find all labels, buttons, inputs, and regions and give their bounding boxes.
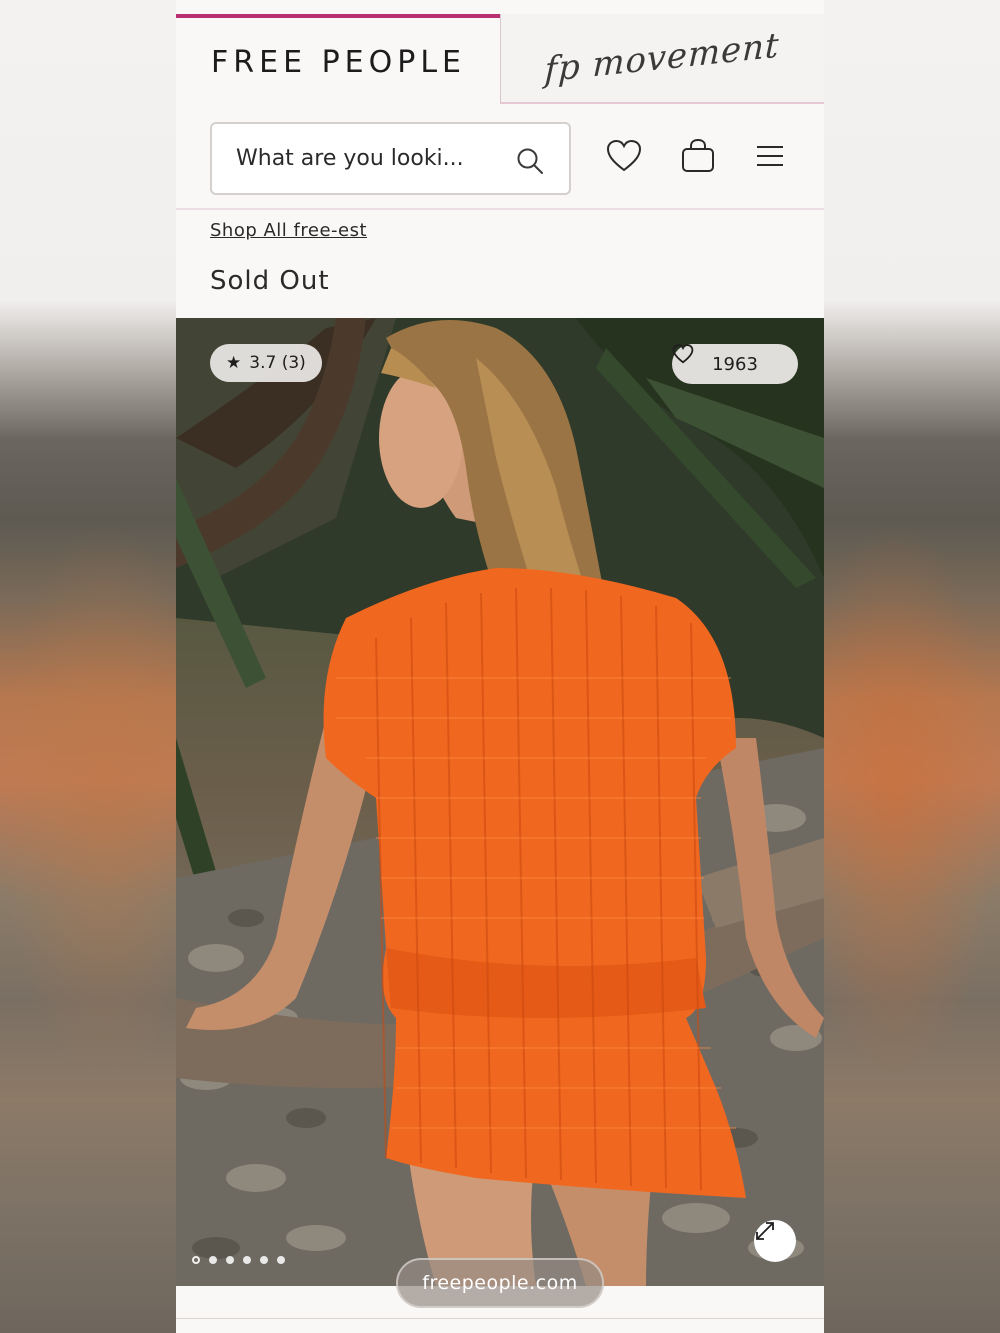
phone-screen: FREE PEOPLE fp movement What are you loo… [176,0,824,1333]
heart-icon [672,344,694,364]
carousel-dot[interactable] [243,1256,251,1264]
star-icon: ★ [226,353,242,373]
backdrop-tint-left [0,520,176,1080]
carousel-dot[interactable] [209,1256,217,1264]
search-icon[interactable] [515,146,545,176]
wishlist-button[interactable] [604,136,644,176]
header-toolbar [176,104,824,210]
breadcrumb-shop-all-link[interactable]: Shop All free-est [210,220,367,241]
expand-image-button[interactable] [754,1220,796,1262]
search-field[interactable] [210,122,571,195]
rating-badge[interactable]: ★ 3.7 (3) [210,344,322,382]
product-image[interactable]: ★ 3.7 (3) 1963 [176,318,824,1286]
product-status: Sold Out [210,266,330,296]
rating-text: 3.7 (3) [249,353,306,373]
brand-tabs: FREE PEOPLE fp movement [176,0,824,104]
likes-button[interactable]: 1963 [672,344,798,384]
browser-url-bar[interactable]: freepeople.com [396,1258,604,1308]
carousel-dot[interactable] [192,1256,200,1264]
url-text: freepeople.com [422,1272,578,1294]
heart-icon [606,139,642,172]
carousel-indicator [192,1256,285,1264]
backdrop-tint-right [824,520,1000,1080]
product-photo [176,318,824,1286]
shopping-bag-button[interactable] [678,136,718,176]
tab-fp-movement[interactable]: fp movement [500,14,824,104]
expand-icon [756,1222,774,1240]
carousel-dot[interactable] [277,1256,285,1264]
tab-free-people[interactable]: FREE PEOPLE [176,14,501,104]
menu-button[interactable] [750,136,790,176]
tab-fp-movement-logo: fp movement [544,25,781,91]
shopping-bag-icon [682,138,714,172]
hamburger-menu-icon [757,146,783,166]
search-input[interactable] [236,146,496,171]
tab-free-people-label: FREE PEOPLE [211,44,466,80]
divider [176,1318,824,1319]
likes-count: 1963 [712,353,758,375]
carousel-dot[interactable] [226,1256,234,1264]
carousel-dot[interactable] [260,1256,268,1264]
